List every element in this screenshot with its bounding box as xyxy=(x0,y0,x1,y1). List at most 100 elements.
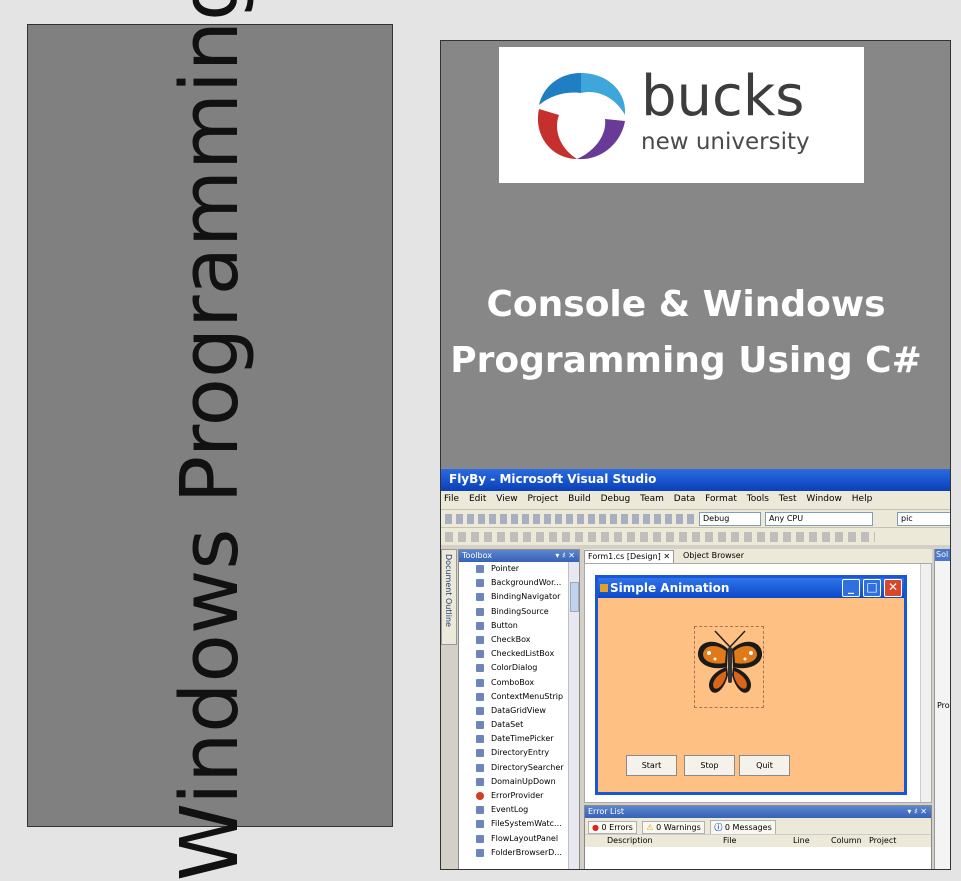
document-outline-tab[interactable]: Document Outline xyxy=(441,549,457,645)
toolbox-item[interactable]: FileSystemWatc... xyxy=(459,817,579,831)
form-designer: Simple Animation _ □ ✕ Start Stop Quit xyxy=(584,563,932,803)
document-tabs: Form1.cs [Design] ✕ Object Browser xyxy=(584,549,932,563)
errors-filter[interactable]: ● 0 Errors xyxy=(588,821,637,834)
cover-title-line2: Programming Using C# xyxy=(450,340,922,381)
toolbox-item[interactable]: BindingNavigator xyxy=(459,590,579,604)
butterfly-icon xyxy=(697,630,763,693)
scroll-thumb[interactable] xyxy=(570,582,579,612)
visual-studio-screenshot: FlyBy - Microsoft Visual Studio File Edi… xyxy=(441,469,950,869)
component-icon xyxy=(476,763,484,772)
form-title: Simple Animation xyxy=(610,581,730,595)
toolbox-item[interactable]: CheckBox xyxy=(459,633,579,647)
menu-team[interactable]: Team xyxy=(640,494,664,504)
toolbox-item[interactable]: Pointer xyxy=(459,562,579,576)
menu-tools[interactable]: Tools xyxy=(747,494,769,504)
toolbox-item[interactable]: DirectorySearcher xyxy=(459,761,579,775)
component-icon xyxy=(476,678,484,687)
error-list-controls[interactable]: ▾ ♯ ✕ xyxy=(907,807,927,816)
toolbox-item[interactable]: EventLog xyxy=(459,803,579,817)
toolbox-item[interactable]: ContextMenuStrip xyxy=(459,690,579,704)
toolbar-icons[interactable] xyxy=(445,514,695,524)
menu-view[interactable]: View xyxy=(496,494,517,504)
component-icon xyxy=(476,848,484,857)
toolbox-item[interactable]: DataSet xyxy=(459,718,579,732)
quit-button[interactable]: Quit xyxy=(739,755,790,776)
menu-test[interactable]: Test xyxy=(779,494,797,504)
component-icon xyxy=(476,820,484,829)
stop-button[interactable]: Stop xyxy=(684,755,735,776)
checkbox-icon xyxy=(476,635,484,644)
menu-window[interactable]: Window xyxy=(806,494,842,504)
menu-data[interactable]: Data xyxy=(674,494,696,504)
minimize-icon[interactable]: _ xyxy=(842,579,860,597)
warnings-filter[interactable]: ⚠ 0 Warnings xyxy=(642,821,705,834)
menu-edit[interactable]: Edit xyxy=(469,494,486,504)
layout-toolbar-icons[interactable] xyxy=(445,532,875,542)
component-icon xyxy=(476,607,484,616)
designer-scrollbar[interactable] xyxy=(920,564,931,802)
col-column[interactable]: Column xyxy=(831,836,862,845)
find-combo[interactable]: pic xyxy=(897,512,950,526)
component-icon xyxy=(476,777,484,786)
menu-format[interactable]: Format xyxy=(705,494,737,504)
toolbox-item[interactable]: ErrorProvider xyxy=(459,789,579,803)
toolbox-item[interactable]: DataGridView xyxy=(459,704,579,718)
vs-menubar: File Edit View Project Build Debug Team … xyxy=(441,491,950,509)
close-icon[interactable]: ✕ xyxy=(884,579,902,597)
butterfly-picturebox[interactable] xyxy=(694,626,764,708)
menu-build[interactable]: Build xyxy=(568,494,591,504)
solution-explorer-header[interactable]: Sol xyxy=(935,549,950,561)
info-icon: ⓘ xyxy=(714,823,723,832)
toolbox-item[interactable]: DateTimePicker xyxy=(459,732,579,746)
toolbox-item[interactable]: DirectoryEntry xyxy=(459,746,579,760)
toolbox-item[interactable]: BindingSource xyxy=(459,605,579,619)
col-line[interactable]: Line xyxy=(793,836,810,845)
menu-debug[interactable]: Debug xyxy=(601,494,631,504)
toolbox-item[interactable]: DomainUpDown xyxy=(459,775,579,789)
col-project[interactable]: Project xyxy=(869,836,896,845)
component-icon xyxy=(476,650,484,659)
toolbox-item[interactable]: BackgroundWor... xyxy=(459,576,579,590)
config-combo[interactable]: Debug xyxy=(699,512,761,526)
component-icon xyxy=(476,579,484,588)
error-list-columns: Description File Line Column Project xyxy=(585,834,931,847)
vs-layout-toolbar xyxy=(441,527,950,545)
toolbox-item[interactable]: Button xyxy=(459,619,579,633)
component-icon xyxy=(476,834,484,843)
warning-icon: ⚠ xyxy=(646,823,654,832)
university-logo: bucks new university xyxy=(499,47,864,183)
close-icon[interactable]: ✕ xyxy=(663,552,670,561)
toolbox-item[interactable]: FlowLayoutPanel xyxy=(459,832,579,846)
logo-swirl-icon xyxy=(537,73,626,160)
toolbox-item[interactable]: ColorDialog xyxy=(459,661,579,675)
start-button[interactable]: Start xyxy=(626,755,677,776)
menu-project[interactable]: Project xyxy=(527,494,558,504)
col-file[interactable]: File xyxy=(723,836,736,845)
platform-combo[interactable]: Any CPU xyxy=(765,512,873,526)
toolbox-item[interactable]: FolderBrowserD... xyxy=(459,846,579,860)
tab-form-design[interactable]: Form1.cs [Design] ✕ xyxy=(584,550,675,563)
grid-icon xyxy=(476,706,484,715)
menu-help[interactable]: Help xyxy=(852,494,873,504)
col-description[interactable]: Description xyxy=(607,836,653,845)
error-filter-bar: ● 0 Errors ⚠ 0 Warnings ⓘ 0 Messages xyxy=(585,818,931,835)
messages-filter[interactable]: ⓘ 0 Messages xyxy=(710,820,776,835)
button-icon xyxy=(476,621,484,630)
toolbox-item[interactable]: CheckedListBox xyxy=(459,647,579,661)
component-icon xyxy=(476,664,484,673)
vs-titlebar: FlyBy - Microsoft Visual Studio xyxy=(441,469,950,491)
toolbox-controls[interactable]: ▾ ♯ ✕ xyxy=(555,551,575,560)
toolbox-item[interactable]: ComboBox xyxy=(459,676,579,690)
component-icon xyxy=(476,593,484,602)
component-icon xyxy=(476,721,484,730)
properties-label[interactable]: Pro xyxy=(937,701,950,710)
tab-object-browser[interactable]: Object Browser xyxy=(680,550,747,563)
toolbox-title: Toolbox xyxy=(462,551,492,560)
spine-title: Windows Programming xyxy=(164,0,256,881)
menu-file[interactable]: File xyxy=(444,494,459,504)
toolbox-scrollbar[interactable] xyxy=(568,562,579,869)
maximize-icon[interactable]: □ xyxy=(863,579,881,597)
logo-wordmark: bucks xyxy=(641,64,805,129)
vs-body: Document Outline Toolbox ▾ ♯ ✕ Pointer B… xyxy=(441,545,950,869)
component-icon xyxy=(476,735,484,744)
